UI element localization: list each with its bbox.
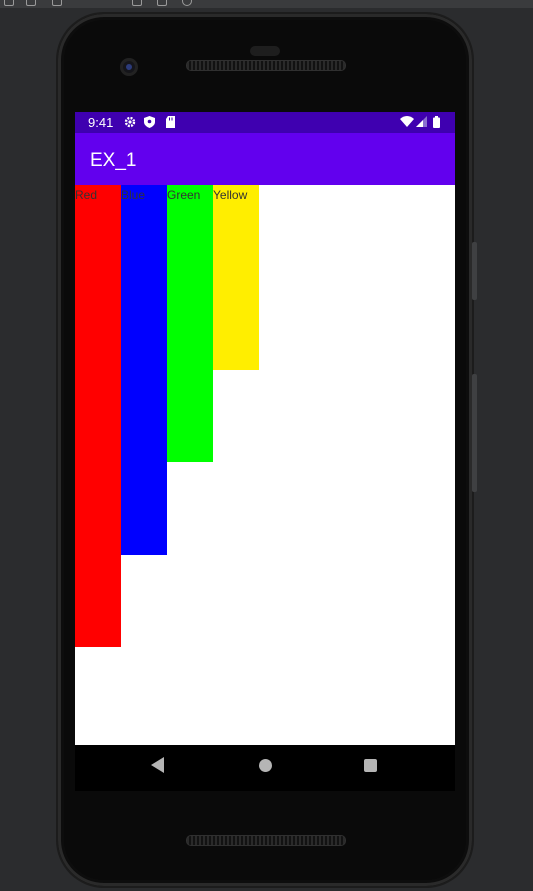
status-time: 9:41 <box>88 115 114 130</box>
app-title: EX_1 <box>90 150 137 171</box>
phone-frame: 9:41 EX_1 Red Blue Green Yellow <box>58 14 477 886</box>
column-label: Red <box>75 188 98 202</box>
column-label: Green <box>167 188 201 202</box>
back-icon[interactable] <box>151 757 164 773</box>
settings-icon <box>124 116 136 132</box>
toolbar-icon[interactable] <box>52 0 62 6</box>
earpiece <box>250 46 280 56</box>
column-label: Blue <box>121 188 146 202</box>
device-screen: 9:41 EX_1 Red Blue Green Yellow <box>75 112 455 745</box>
battery-icon <box>433 116 440 132</box>
color-column-blue: Blue <box>121 185 167 555</box>
navigation-bar <box>75 745 455 791</box>
bottom-speaker <box>186 835 346 846</box>
signal-icon <box>416 116 427 131</box>
home-icon[interactable] <box>259 759 272 772</box>
wifi-icon <box>400 116 414 131</box>
volume-button[interactable] <box>472 374 477 492</box>
emulator-toolbar <box>0 0 533 8</box>
shield-icon <box>144 116 155 132</box>
recents-icon[interactable] <box>364 759 377 772</box>
power-button[interactable] <box>472 242 477 300</box>
status-bar: 9:41 <box>75 112 455 133</box>
toolbar-icon[interactable] <box>132 0 142 6</box>
column-label: Yellow <box>213 188 248 202</box>
toolbar-icon[interactable] <box>157 0 167 6</box>
color-column-red: Red <box>75 185 121 647</box>
color-column-green: Green <box>167 185 213 462</box>
toolbar-icon[interactable] <box>4 0 14 6</box>
content-area: Red Blue Green Yellow <box>75 185 455 745</box>
toolbar-icon[interactable] <box>26 0 36 6</box>
color-column-yellow: Yellow <box>213 185 259 370</box>
toolbar-icon[interactable] <box>182 0 192 6</box>
front-camera <box>120 58 138 76</box>
top-speaker <box>186 60 346 71</box>
app-bar: EX_1 <box>75 133 455 185</box>
sd-card-icon <box>166 116 175 132</box>
